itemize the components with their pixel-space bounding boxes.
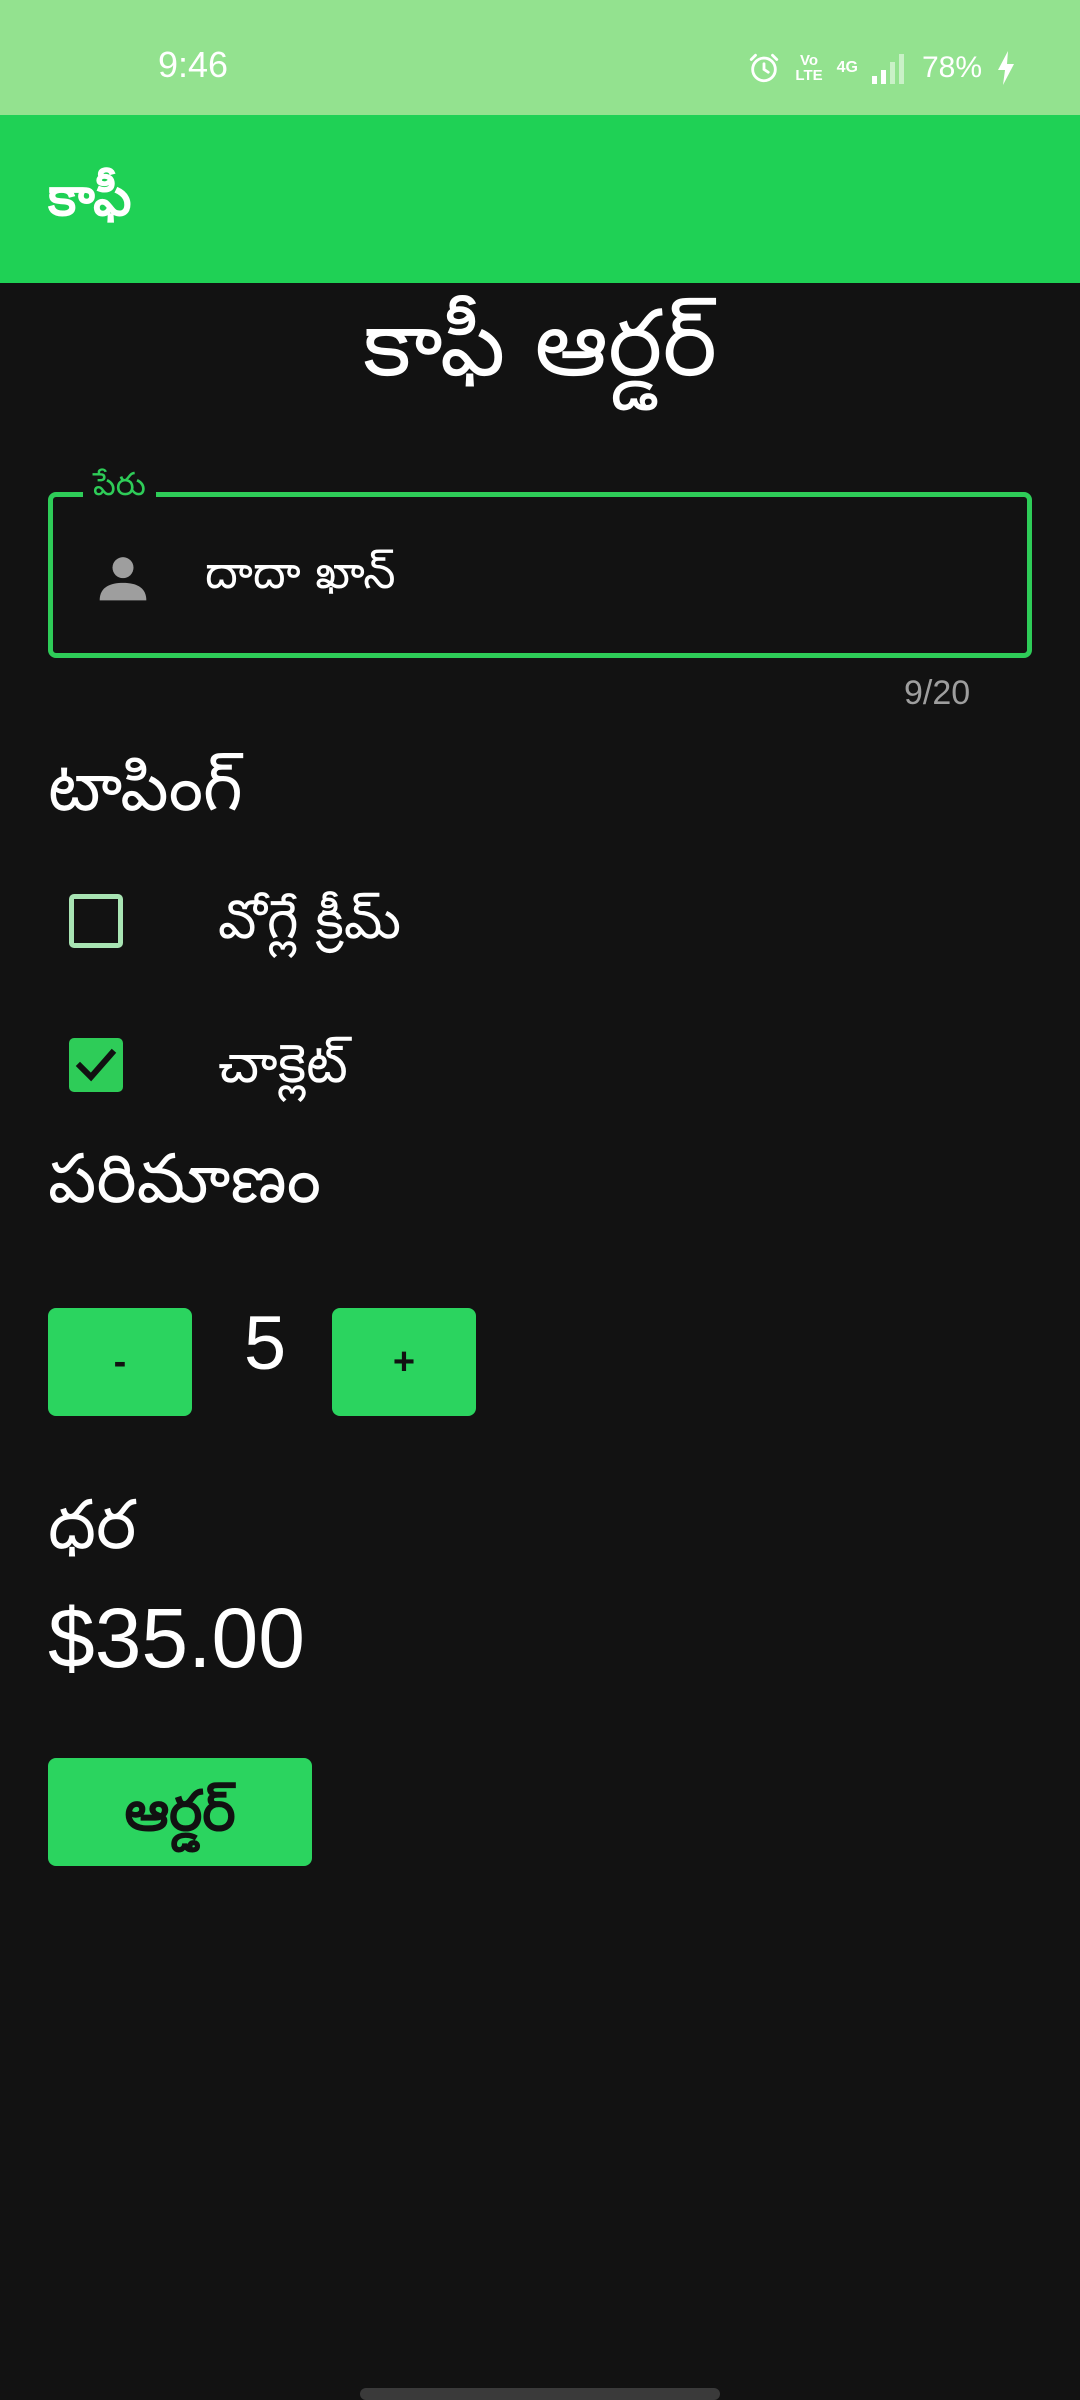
order-button[interactable]: ఆర్డర్	[48, 1758, 312, 1866]
app-screen: 9:46 Vo LTE 4G 78% కాఫీ కాఫీ ఆర్డర్ పేరు…	[0, 0, 1080, 2400]
price-value: $35.00	[48, 1591, 305, 1685]
status-bar: 9:46 Vo LTE 4G 78%	[0, 0, 1080, 115]
name-field-label: పేరు	[83, 465, 156, 511]
quantity-value: 5	[243, 1301, 287, 1386]
network-type: 4G	[836, 59, 858, 76]
topping-label: వోగ్లే క్రీమ్	[218, 888, 401, 951]
volte-icon: Vo LTE	[795, 53, 822, 83]
increment-button[interactable]: +	[332, 1308, 476, 1416]
checkbox-unchecked[interactable]	[69, 894, 123, 948]
char-counter: 9/20	[904, 674, 971, 712]
battery-percent: 78%	[921, 51, 982, 84]
checkbox-checked[interactable]	[69, 1038, 123, 1092]
home-indicator[interactable]	[360, 2388, 720, 2400]
toppings-heading: టాపింగ్	[48, 748, 243, 827]
decrement-button[interactable]: -	[48, 1308, 192, 1416]
topping-whipped-cream[interactable]: వోగ్లే క్రీమ్	[48, 866, 748, 976]
alarm-icon	[750, 53, 779, 83]
app-bar: కాఫీ	[0, 115, 1080, 283]
status-icons: Vo LTE 4G 78%	[747, 48, 1016, 88]
quantity-heading: పరిమాణం	[48, 1140, 322, 1219]
topping-label: చాక్లెట్	[218, 1032, 348, 1095]
checkmark-icon	[75, 1048, 117, 1082]
charging-icon	[998, 51, 1014, 85]
volte-top: Vo	[799, 52, 819, 69]
name-input[interactable]	[205, 543, 985, 613]
status-time: 9:46	[158, 44, 229, 85]
topping-chocolate[interactable]: చాక్లెట్	[48, 1010, 748, 1120]
person-icon	[99, 557, 147, 601]
price-heading: ధర	[48, 1486, 137, 1565]
app-title: కాఫీ	[48, 165, 132, 228]
signal-icon	[871, 54, 904, 84]
page-title: కాఫీ ఆర్డర్	[362, 290, 718, 397]
volte-bottom: LTE	[795, 67, 823, 84]
name-field[interactable]: పేరు	[48, 465, 1032, 658]
